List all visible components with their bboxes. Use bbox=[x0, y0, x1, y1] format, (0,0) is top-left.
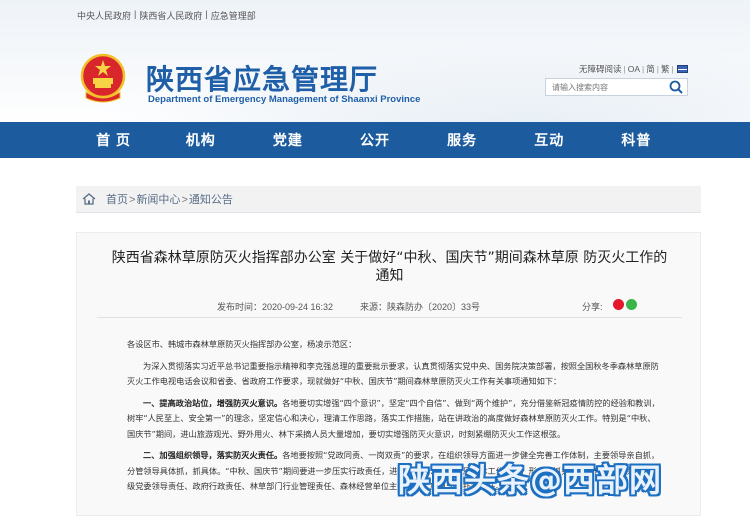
breadcrumb: 首页>新闻中心>通知公告 bbox=[76, 186, 701, 213]
site-title[interactable]: 陕西省应急管理厅 bbox=[146, 58, 378, 98]
top-link-province-gov[interactable]: 陕西省人民政府 bbox=[139, 9, 202, 22]
item-2-heading: 二、加强组织领导，落实防灭火责任。 bbox=[143, 450, 283, 460]
share-label: 分享: bbox=[582, 302, 603, 312]
search-icon[interactable] bbox=[668, 79, 684, 95]
national-emblem-icon bbox=[80, 53, 126, 103]
accessible-reading-link[interactable]: 无障碍阅读 bbox=[579, 63, 622, 75]
site-subtitle-en: Department of Emergency Management of Sh… bbox=[148, 94, 421, 105]
separator: | bbox=[656, 64, 659, 74]
watermark-text: 陕西头条@西部网 bbox=[398, 461, 663, 499]
salutation: 各设区市、韩城市森林草原防灭火指挥部办公室，杨凌示范区： bbox=[127, 339, 357, 349]
oa-link[interactable]: OA bbox=[628, 64, 640, 74]
item-1-heading: 一、提高政治站位，增强防灭火意识。 bbox=[143, 397, 283, 408]
nav-party-building[interactable]: 党建 bbox=[258, 122, 318, 158]
breadcrumb-news-center[interactable]: 新闻中心 bbox=[136, 194, 180, 206]
utility-links: 无障碍阅读 | OA | 简 | 繁 | bbox=[579, 63, 688, 75]
top-links: 中央人民政府 | 陕西省人民政府 | 应急管理部 bbox=[77, 9, 256, 22]
home-icon bbox=[82, 193, 96, 205]
search-input[interactable] bbox=[545, 78, 688, 96]
main-nav: 首 页 机构 党建 公开 服务 互动 科普 bbox=[0, 122, 750, 158]
separator: | bbox=[642, 64, 645, 74]
breadcrumb-notices[interactable]: 通知公告 bbox=[189, 194, 233, 206]
separator: | bbox=[623, 64, 626, 74]
article-title: 陕西省森林草原防灭火指挥部办公室 关于做好“中秋、国庆节”期间森林草原 防灭火工… bbox=[111, 250, 668, 284]
nav-service[interactable]: 服务 bbox=[432, 122, 492, 158]
paragraph-intro: 为深入贯彻落实习近平总书记重要指示精神和李克强总理的重要批示要求，认真贯彻落实党… bbox=[127, 360, 659, 387]
breadcrumb-separator: > bbox=[181, 194, 188, 206]
nav-organization[interactable]: 机构 bbox=[171, 122, 231, 158]
article-source: 来源：陕森防办〔2020〕33号 bbox=[360, 302, 481, 312]
separator: | bbox=[205, 9, 208, 19]
publish-time: 发布时间：2020-09-24 16:32 bbox=[217, 302, 334, 312]
breadcrumb-separator: > bbox=[129, 194, 136, 206]
top-link-ministry[interactable]: 应急管理部 bbox=[211, 9, 256, 22]
english-flag-icon[interactable] bbox=[676, 65, 688, 73]
nav-home[interactable]: 首 页 bbox=[84, 122, 144, 158]
traditional-link[interactable]: 繁 bbox=[661, 63, 670, 75]
nav-science[interactable]: 科普 bbox=[606, 122, 666, 158]
separator: | bbox=[671, 64, 674, 74]
top-link-central-gov[interactable]: 中央人民政府 bbox=[77, 9, 131, 22]
watermark-logo: 陕西头条@西部网 bbox=[398, 456, 736, 500]
divider bbox=[97, 317, 682, 318]
weibo-share-icon[interactable] bbox=[613, 299, 624, 310]
share-icons bbox=[613, 299, 637, 310]
nav-interaction[interactable]: 互动 bbox=[519, 122, 579, 158]
breadcrumb-home[interactable]: 首页 bbox=[106, 194, 128, 206]
wechat-share-icon[interactable] bbox=[626, 299, 637, 310]
site-header: 中央人民政府 | 陕西省人民政府 | 应急管理部 陕西省应急管理厅 Depart… bbox=[0, 0, 750, 122]
nav-disclosure[interactable]: 公开 bbox=[345, 122, 405, 158]
simplified-link[interactable]: 简 bbox=[646, 63, 655, 75]
paragraph-item-1: 一、提高政治站位，增强防灭火意识。各地要切实增强“四个意识”，坚定“四个自信”、… bbox=[127, 396, 662, 443]
separator: | bbox=[134, 9, 137, 19]
